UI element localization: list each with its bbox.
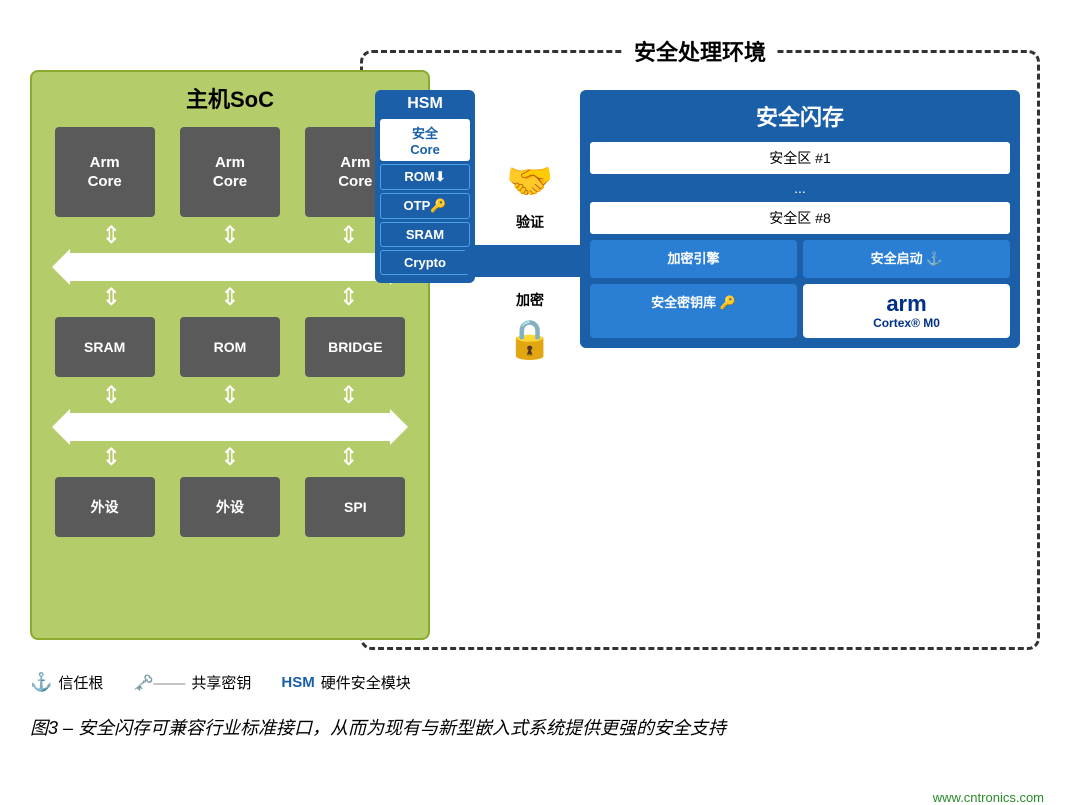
hsm-sram: SRAM: [380, 222, 470, 247]
arrow-up-down-5: ⇕: [220, 286, 240, 310]
wide-arrow-container-2: [32, 410, 428, 444]
secure-env-label: 安全处理环境: [624, 35, 776, 67]
secure-zone-1: 安全区 #1: [590, 142, 1010, 174]
anchor-label: 信任根: [58, 672, 103, 693]
arrow-up-down-2: ⇕: [220, 224, 240, 248]
caption: 图3 – 安全闪存可兼容行业标准接口，从而为现有与新型嵌入式系统提供更强的安全支…: [30, 715, 726, 742]
secure-zone-dots: ...: [590, 178, 1010, 198]
wide-arrow-container: [32, 250, 428, 284]
bridge-box: BRIDGE: [305, 317, 405, 377]
arm-core-2: ArmCore: [180, 127, 280, 217]
peripheral-2: 外设: [180, 477, 280, 537]
arm-core-1: ArmCore: [55, 127, 155, 217]
host-soc: 主机SoC ArmCore ArmCore ArmCore ⇕ ⇕ ⇕ ⇕ ⇕ …: [30, 70, 430, 640]
secure-key-store: 安全密钥库 🔑: [590, 284, 797, 338]
hsm-secure-core: 安全Core: [380, 119, 470, 161]
verify-label: 验证: [516, 212, 544, 232]
memory-row: SRAM ROM BRIDGE: [32, 312, 428, 382]
spi-box: SPI: [305, 477, 405, 537]
peripheral-row: 外设 外设 SPI: [32, 472, 428, 542]
hsm-legend-label: HSM: [281, 674, 314, 691]
secure-flash-box: 安全闪存 安全区 #1 ... 安全区 #8 加密引擎 安全启动 ⚓ 安全密钥库…: [580, 90, 1020, 348]
bidir-arrow: [470, 245, 590, 277]
arm-cortex-m0: arm Cortex® M0: [803, 284, 1010, 338]
legend-key-item: 🗝️—— 共享密钥: [133, 672, 251, 693]
legend-anchor-item: ⚓ 信任根: [30, 672, 103, 693]
arrow-up-down-3: ⇕: [339, 224, 359, 248]
watermark: www.cntronics.com: [933, 790, 1044, 805]
arrow-up-down-1: ⇕: [101, 224, 121, 248]
wide-horiz-arrow-2: [70, 413, 390, 441]
arrow-up-down-12: ⇕: [339, 446, 359, 470]
arrows-row-2: ⇕ ⇕ ⇕: [32, 284, 428, 312]
arrow-up-down-10: ⇕: [101, 446, 121, 470]
arrows-row-4: ⇕ ⇕ ⇕: [32, 444, 428, 472]
key-label: 共享密钥: [191, 672, 251, 693]
lock-icon: 🔒: [506, 318, 553, 362]
legend: ⚓ 信任根 🗝️—— 共享密钥 HSM 硬件安全模块: [30, 672, 411, 693]
wide-horiz-arrow: [70, 253, 390, 281]
crypto-engine: 加密引擎: [590, 240, 797, 278]
arrow-up-down-8: ⇕: [220, 384, 240, 408]
encrypt-label: 加密: [516, 290, 544, 310]
arrow-up-down-9: ⇕: [339, 384, 359, 408]
key-icon: 🗝️——: [133, 673, 185, 693]
arrows-row-3: ⇕ ⇕ ⇕: [32, 382, 428, 410]
secure-flash-title: 安全闪存: [590, 100, 1010, 132]
arm-cores-row: ArmCore ArmCore ArmCore: [32, 119, 428, 222]
arm-logo: arm: [809, 292, 1004, 316]
arrows-row-1: ⇕ ⇕ ⇕: [32, 222, 428, 250]
host-soc-label: 主机SoC: [32, 72, 428, 119]
secure-boot: 安全启动 ⚓: [803, 240, 1010, 278]
anchor-icon: ⚓: [30, 672, 52, 693]
secure-bottom-grid: 加密引擎 安全启动 ⚓ 安全密钥库 🔑 arm Cortex® M0: [590, 240, 1010, 338]
legend-hsm-item: HSM 硬件安全模块: [281, 672, 410, 693]
arrow-up-down-7: ⇕: [101, 384, 121, 408]
hsm-otp: OTP🔑: [380, 193, 470, 219]
arm-cortex-sub: Cortex® M0: [809, 316, 1004, 330]
arrow-up-down-11: ⇕: [220, 446, 240, 470]
middle-section: 🤝 验证 加密 🔒: [480, 160, 580, 362]
peripheral-1: 外设: [55, 477, 155, 537]
handshake-icon: 🤝: [506, 160, 553, 204]
secure-zone-8: 安全区 #8: [590, 202, 1010, 234]
hsm-rom: ROM⬇: [380, 164, 470, 190]
arrow-up-down-4: ⇕: [101, 286, 121, 310]
arrow-up-down-6: ⇕: [339, 286, 359, 310]
rom-box: ROM: [180, 317, 280, 377]
sram-box: SRAM: [55, 317, 155, 377]
hsm-legend-desc: 硬件安全模块: [321, 672, 411, 693]
hsm-label: HSM: [375, 90, 475, 116]
